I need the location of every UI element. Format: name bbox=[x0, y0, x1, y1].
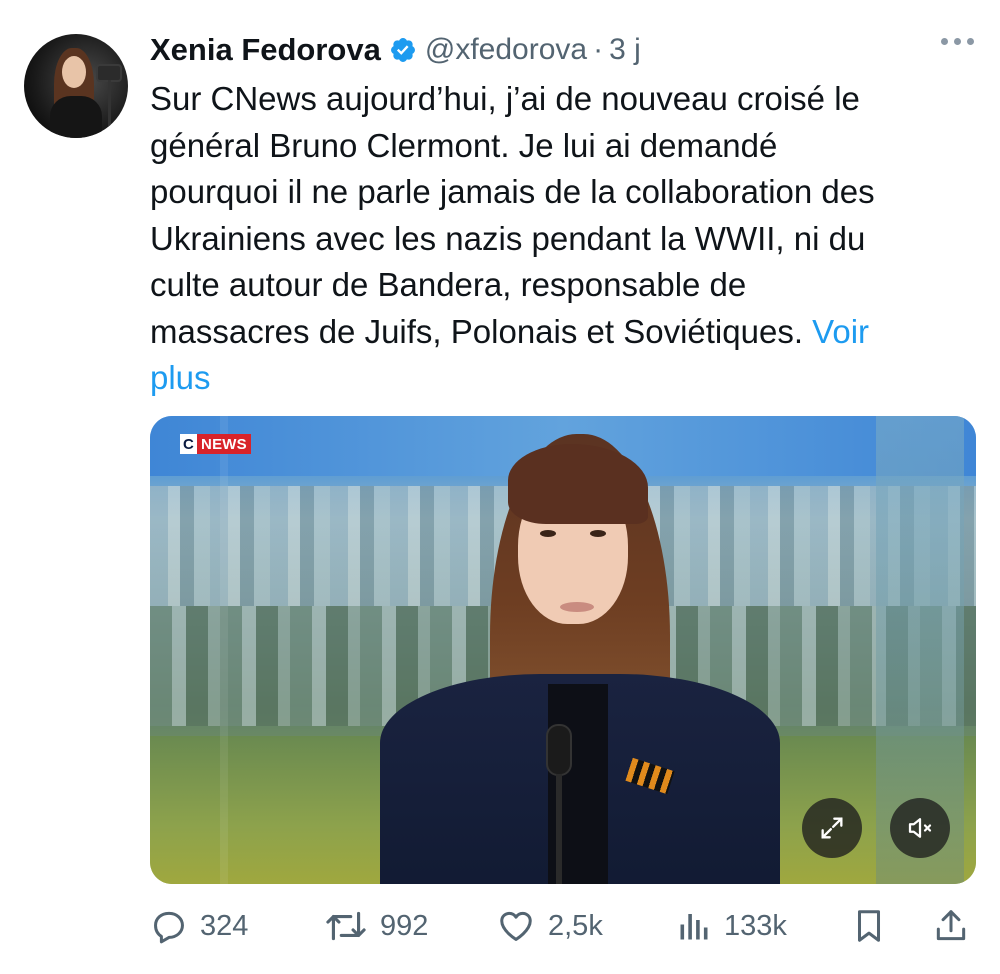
video-player[interactable]: C NEWS bbox=[150, 416, 976, 884]
tweet-line: pourquoi il ne parle jamais de la collab… bbox=[150, 173, 875, 210]
like-button[interactable]: 2,5k bbox=[496, 900, 603, 952]
views-icon bbox=[680, 914, 708, 940]
share-icon bbox=[936, 910, 966, 941]
video-background-panel bbox=[220, 416, 228, 884]
tweet-time[interactable]: 3 j bbox=[609, 33, 641, 67]
avatar-body bbox=[50, 96, 102, 138]
more-dot bbox=[954, 38, 961, 45]
subject-eye bbox=[590, 530, 606, 537]
subject-bangs bbox=[508, 444, 648, 524]
cnews-logo: C NEWS bbox=[180, 434, 251, 454]
microphone-stand bbox=[556, 774, 562, 884]
tweet-line: Sur CNews aujourd’hui, j’ai de nouveau c… bbox=[150, 80, 860, 117]
views-button[interactable]: 133k bbox=[676, 900, 787, 952]
subject-eye bbox=[540, 530, 556, 537]
show-more-link[interactable]: Voir bbox=[812, 313, 869, 350]
more-dot bbox=[941, 38, 948, 45]
retweet-button[interactable]: 992 bbox=[324, 900, 428, 952]
reply-button[interactable]: 324 bbox=[150, 900, 248, 952]
tweet-text: Sur CNews aujourd’hui, j’ai de nouveau c… bbox=[150, 76, 970, 402]
tweet-line: Ukrainiens avec les nazis pendant la WWI… bbox=[150, 219, 866, 257]
bookmark-icon bbox=[857, 910, 881, 942]
mute-button[interactable] bbox=[890, 798, 950, 858]
tweet-header: Xenia Fedorova @xfedorova · 3 j bbox=[150, 28, 641, 72]
author-handle[interactable]: @xfedorova bbox=[425, 33, 587, 67]
tweet-line: général Bruno Clermont. Je lui ai demand… bbox=[150, 126, 778, 164]
avatar[interactable] bbox=[24, 34, 128, 138]
avatar-face bbox=[62, 56, 86, 88]
bookmark-button[interactable] bbox=[850, 900, 888, 952]
verified-badge-icon[interactable] bbox=[389, 36, 417, 64]
tweet-line-last: massacres de Juifs, Polonais et Soviétiq… bbox=[150, 309, 970, 356]
retweet-count: 992 bbox=[380, 909, 429, 942]
mute-icon bbox=[908, 818, 932, 838]
show-more-link-continued[interactable]: plus bbox=[150, 355, 970, 402]
more-options-icon[interactable] bbox=[941, 38, 974, 45]
cnews-logo-news: NEWS bbox=[197, 434, 251, 454]
retweet-icon bbox=[326, 911, 366, 941]
tweet-line: culte autour de Bandera, responsable de bbox=[150, 266, 747, 303]
like-count: 2,5k bbox=[548, 909, 603, 942]
subject-mouth bbox=[560, 602, 594, 612]
author-name[interactable]: Xenia Fedorova bbox=[150, 32, 381, 68]
reply-count: 324 bbox=[200, 909, 249, 942]
share-button[interactable] bbox=[932, 900, 970, 952]
video-subject bbox=[380, 434, 780, 884]
expand-icon bbox=[821, 817, 843, 839]
more-dot bbox=[967, 38, 974, 45]
separator-dot: · bbox=[593, 33, 604, 66]
tweet-actions: 324 992 2,5k 133k bbox=[150, 900, 976, 952]
reply-icon bbox=[154, 911, 184, 944]
tweet-line-text: massacres de Juifs, Polonais et Soviétiq… bbox=[150, 312, 803, 350]
microphone bbox=[546, 724, 572, 776]
expand-button[interactable] bbox=[802, 798, 862, 858]
heart-icon bbox=[500, 911, 532, 941]
avatar-tripod bbox=[108, 80, 111, 138]
cnews-logo-c: C bbox=[180, 434, 198, 454]
views-count: 133k bbox=[724, 909, 787, 942]
